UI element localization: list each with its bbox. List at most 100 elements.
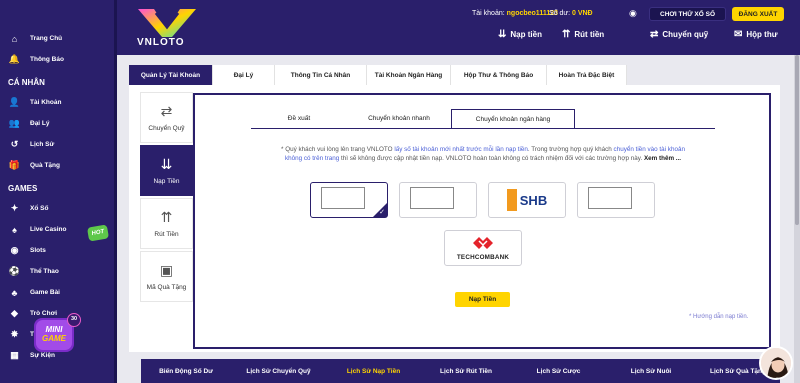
tab-history-0[interactable]: Biến Động Số Dư <box>141 359 231 383</box>
sidebar-item-label: Quà Tặng <box>30 162 60 169</box>
sports-icon: ⚽ <box>8 266 21 276</box>
header-nav-deposit[interactable]: ⇊ Nạp tiền <box>498 27 542 41</box>
balance-info: Số dư: 0 VNĐ <box>549 10 593 17</box>
sidebar-item-label: Game Bài <box>30 289 60 296</box>
tab-main-2[interactable]: Thông Tin Cá Nhân <box>275 65 367 85</box>
sidebar-item-gift[interactable]: 🎁 Quà Tặng <box>0 155 114 176</box>
agent-icon: 👥 <box>8 118 21 128</box>
tab-side-gift-code[interactable]: ▣ Mã Quà Tặng <box>140 251 193 302</box>
gift-icon: 🎁 <box>8 160 21 170</box>
tab-side-transfer[interactable]: ⇄ Chuyển Quỹ <box>140 92 193 143</box>
tab-main-3[interactable]: Tài Khoản Ngân Hàng <box>367 65 451 85</box>
mail-icon: ✉ <box>734 28 743 40</box>
card-game-icon: ♣ <box>11 287 18 298</box>
tab-side-withdraw[interactable]: ⇈ Rút Tiền <box>140 198 193 249</box>
tab-deposit-method-0[interactable]: Đề xuất <box>251 109 347 129</box>
tab-deposit-method-2[interactable]: Chuyển khoản ngân hàng <box>451 109 575 129</box>
logo-text: VNLOTO <box>137 37 185 48</box>
scrollbar-thumb[interactable] <box>795 55 799 225</box>
tab-history-2[interactable]: Lịch Sử Nạp Tiền <box>326 359 421 383</box>
header-nav-withdraw[interactable]: ⇈ Rút tiền <box>562 27 604 41</box>
support-avatar[interactable] <box>759 346 793 380</box>
logout-button[interactable]: ĐĂNG XUẤT <box>732 7 784 21</box>
content-panel: ⇄ Chuyển Quỹ ⇊ Nạp Tiền ⇈ Rút Tiền ▣ Mã Quà Tặn… <box>129 85 780 352</box>
sidebar-item-lottery[interactable]: ✦ Xổ Số <box>0 198 114 219</box>
mini-game-widget[interactable]: 30 MINI GAME <box>30 312 82 356</box>
mini-game-label-1: MINI <box>45 325 63 334</box>
bank-option-1[interactable]: ✓ <box>310 182 388 218</box>
sidebar-item-label: Thông Báo <box>30 56 64 63</box>
notice-text-3: thì sẽ không được cập nhật tiền nạp. VNL… <box>339 154 644 162</box>
tab-history-1[interactable]: Lịch Sử Chuyển Quỹ <box>231 359 326 383</box>
see-more-link[interactable]: Xem thêm ... <box>644 155 681 162</box>
account-info: Tài khoản: ngocbeo111123 <box>472 10 558 17</box>
sidebar-item-label: Thể Thao <box>30 268 59 275</box>
vertical-tabs: ⇄ Chuyển Quỹ ⇊ Nạp Tiền ⇈ Rút Tiền ▣ Mã Quà Tặn… <box>140 92 193 304</box>
sidebar-item-label: Live Casino <box>30 226 67 233</box>
event-icon: ▦ <box>10 350 19 360</box>
demo-lottery-button[interactable]: CHƠI THỬ XỔ SỐ <box>649 7 726 21</box>
tab-main-5[interactable]: Hoàn Trả Đặc Biệt <box>547 65 627 85</box>
sidebar-item-card-game[interactable]: ♣ Game Bài <box>0 282 114 303</box>
gift-code-icon: ▣ <box>159 262 174 278</box>
sidebar-item-label: Trang Chủ <box>30 35 63 42</box>
header-nav-transfer[interactable]: ⇄ Chuyển quỹ <box>650 27 708 41</box>
header: VNLOTO Tài khoản: ngocbeo111123 Số dư: 0… <box>117 0 800 55</box>
shb-mark-icon <box>506 189 517 211</box>
tab-history-4[interactable]: Lịch Sử Cược <box>511 359 606 383</box>
tab-main-1[interactable]: Đại Lý <box>213 65 275 85</box>
deposit-guide-link[interactable]: * Hướng dẫn nạp tiền. <box>689 314 748 320</box>
tab-history-3[interactable]: Lịch Sử Rút Tiền <box>421 359 511 383</box>
deposit-form: Đề xuất Chuyển khoản nhanh Chuyển khoản ng… <box>193 93 771 349</box>
sidebar-item-agent[interactable]: 👥 Đại Lý <box>0 113 114 134</box>
sidebar-item-sports[interactable]: ⚽ Thể Thao <box>0 261 114 282</box>
bank-logo-placeholder <box>410 187 454 209</box>
tab-deposit-method-1[interactable]: Chuyển khoản nhanh <box>347 109 451 129</box>
mini-game-icon: ◆ <box>11 308 18 318</box>
mini-game-count: 30 <box>70 316 78 322</box>
eye-icon[interactable]: ◉ <box>629 8 637 19</box>
sidebar-item-label: Tài Khoản <box>30 99 62 106</box>
tab-side-label: Chuyển Quỹ <box>148 125 185 132</box>
deposit-notice: * Quý khách vui lòng lên trang VNLOTO lấ… <box>273 146 693 163</box>
sidebar-item-label: Xổ Số <box>30 205 49 212</box>
user-icon: 👤 <box>8 97 21 107</box>
history-icon: ↺ <box>10 139 19 149</box>
sidebar-item-slots[interactable]: ◉ Slots <box>0 240 114 261</box>
tab-history-5[interactable]: Lịch Sử Nuôi <box>606 359 696 383</box>
tab-main-0[interactable]: Quản Lý Tài Khoản <box>129 65 213 85</box>
sidebar-item-bell[interactable]: 🔔 Thông Báo <box>0 49 114 70</box>
bank-option-2[interactable] <box>399 182 477 218</box>
bank-option-shb[interactable]: SHB <box>488 182 566 218</box>
shb-logo: SHB <box>506 189 548 211</box>
deposit-submit-button[interactable]: Nạp Tiền <box>455 292 510 307</box>
bank-logo-placeholder <box>321 187 365 209</box>
sidebar-item-label: Lịch Sử <box>30 141 55 148</box>
sidebar-item-label: Đại Lý <box>30 120 50 127</box>
cockfight-icon: ✸ <box>10 329 19 339</box>
techcombank-name: TECHCOMBANK <box>456 254 510 261</box>
deposit-icon: ⇊ <box>160 156 173 172</box>
section-personal: CÁ NHÂN <box>8 77 45 87</box>
checkmark-icon: ✓ <box>379 209 385 216</box>
tab-main-4[interactable]: Hộp Thư & Thông Báo <box>451 65 547 85</box>
notice-link-latest-account[interactable]: lấy số tài khoản mới nhất trước mỗi lần … <box>394 146 528 153</box>
bank-option-4[interactable] <box>577 182 655 218</box>
shb-name: SHB <box>519 192 548 208</box>
notice-text-2: . Trong trường hợp quý khách <box>527 146 614 153</box>
section-games: GAMES <box>8 183 38 193</box>
bank-option-techcombank[interactable]: TECHCOMBANK <box>444 230 522 266</box>
header-nav-mail[interactable]: ✉ Hộp thư <box>734 27 778 41</box>
sidebar-item-user[interactable]: 👤 Tài Khoản <box>0 92 114 113</box>
header-nav-label: Chuyển quỹ <box>662 29 709 39</box>
page-scrollbar[interactable] <box>794 55 800 383</box>
sidebar-item-history[interactable]: ↺ Lịch Sử <box>0 134 114 155</box>
header-nav-label: Hộp thư <box>746 29 778 39</box>
tab-side-deposit[interactable]: ⇊ Nạp Tiền <box>140 145 193 196</box>
sidebar-scrollbar[interactable] <box>114 0 117 383</box>
tab-underline <box>251 128 715 129</box>
slots-icon: ◉ <box>10 245 19 255</box>
sidebar-item-home[interactable]: ⌂ Trang Chủ <box>0 28 114 49</box>
header-nav-label: Nạp tiền <box>510 29 542 39</box>
techcombank-logo: TECHCOMBANK <box>457 235 509 261</box>
